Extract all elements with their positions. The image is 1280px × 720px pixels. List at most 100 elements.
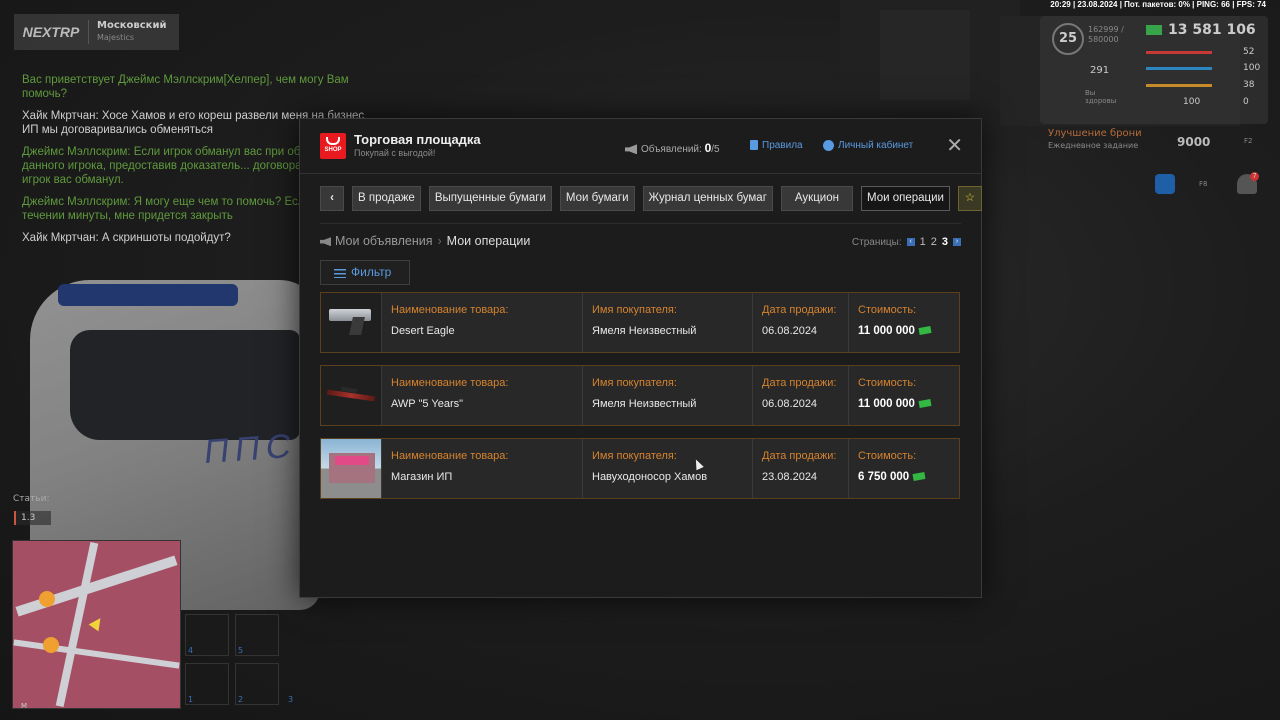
cash-icon xyxy=(918,326,932,336)
pagination: Страницы: ‹ 1 2 3 › xyxy=(852,236,961,248)
exp-counter: 162999 / 580000 xyxy=(1088,25,1124,44)
buyer-name: Ямеля Неизвестный xyxy=(592,325,697,337)
cash-icon xyxy=(918,399,932,409)
page-1[interactable]: 1 xyxy=(920,236,926,248)
item-name: Магазин ИП xyxy=(391,471,453,483)
sale-date: 06.08.2024 xyxy=(762,325,818,337)
tab-securities-journal[interactable]: Журнал ценных бумаг xyxy=(642,186,773,211)
back-button[interactable]: ‹ xyxy=(320,186,344,211)
cabinet-link[interactable]: Личный кабинет xyxy=(823,140,913,151)
item-label: Наименование товара: xyxy=(391,304,509,316)
buyer-label: Имя покупателя: xyxy=(592,377,677,389)
buyer-label: Имя покупателя: xyxy=(592,450,677,462)
price-value: 11 000 000 xyxy=(858,325,915,337)
tab-my-papers[interactable]: Мои бумаги xyxy=(559,186,635,211)
date-label: Дата продажи: xyxy=(762,304,837,316)
item-name: AWP "5 Years" xyxy=(391,398,464,410)
shop-icon: SHOP xyxy=(320,133,346,159)
star-icon[interactable]: ☆ xyxy=(957,186,982,211)
megaphone-icon xyxy=(625,144,637,155)
stat-value: 38 xyxy=(1243,80,1255,90)
health-bar xyxy=(1146,51,1212,54)
notification-count: 7 xyxy=(1250,172,1259,181)
task-hotkey: F2 xyxy=(1244,137,1253,145)
document-icon xyxy=(750,140,758,151)
date-label: Дата продажи: xyxy=(762,377,837,389)
operation-row[interactable]: Наименование товара: AWP "5 Years" Имя по… xyxy=(320,365,960,426)
breadcrumb-current: Мои операции xyxy=(446,234,531,248)
server-logo: NEXTRP Московский Majestics xyxy=(14,14,179,50)
calendar-icon[interactable] xyxy=(1155,174,1175,194)
item-name: Desert Eagle xyxy=(391,325,455,337)
stat-value: 100 xyxy=(1183,97,1201,107)
pagination-label: Страницы: xyxy=(851,236,902,248)
tab-for-sale[interactable]: В продаже xyxy=(352,186,421,211)
player-marker-icon xyxy=(88,614,106,632)
hunger-bar xyxy=(1146,84,1212,87)
buyer-name: Навуходоносор Хамов xyxy=(592,471,708,483)
slot-number: 3 xyxy=(288,695,294,704)
tab-auction[interactable]: Аукцион xyxy=(780,186,853,211)
sliders-icon xyxy=(334,267,346,278)
cash-icon xyxy=(1146,25,1162,35)
item-label: Наименование товара: xyxy=(391,377,509,389)
stat-value: 52 xyxy=(1243,47,1255,57)
tab-my-operations[interactable]: Мои операции xyxy=(860,186,950,211)
item-label: Наименование товара: xyxy=(391,450,509,462)
slot-number: 5 xyxy=(238,646,244,655)
breadcrumb-parent[interactable]: Мои объявления xyxy=(335,234,433,248)
item-image xyxy=(321,366,382,425)
rules-link[interactable]: Правила xyxy=(750,140,803,151)
menu-hotkey: F8 xyxy=(1199,180,1208,188)
price-label: Стоимость: xyxy=(858,450,917,462)
window-subtitle: Покупай с выгодой! xyxy=(354,148,436,158)
prev-page-button[interactable]: ‹ xyxy=(906,238,915,246)
minimap[interactable] xyxy=(12,540,181,709)
marketplace-window: SHOP Торговая площадка Покупай с выгодой… xyxy=(299,118,982,598)
page-2[interactable]: 2 xyxy=(931,236,937,248)
weapon-ammo: 291 xyxy=(1090,65,1110,76)
cash-icon xyxy=(912,472,926,482)
stat-value: 0 xyxy=(1243,97,1249,107)
buyer-label: Имя покупателя: xyxy=(592,304,677,316)
task-title: Улучшение брони xyxy=(1048,128,1142,139)
operation-row[interactable]: Наименование товара: Desert Eagle Имя пок… xyxy=(320,292,960,353)
price-value: 11 000 000 xyxy=(858,398,915,410)
level-badge: 25 xyxy=(1052,23,1084,55)
money-display: 13 581 106 xyxy=(1146,22,1256,38)
item-image xyxy=(321,293,382,352)
daily-task[interactable]: Улучшение брони Ежедневное задание xyxy=(1048,128,1142,152)
user-icon xyxy=(823,140,834,151)
date-label: Дата продажи: xyxy=(762,450,837,462)
window-header: SHOP Торговая площадка Покупай с выгодой… xyxy=(300,119,981,174)
slot-number: 1 xyxy=(188,695,194,704)
price-label: Стоимость: xyxy=(858,377,917,389)
tab-bar: ‹ В продаже Выпущенные бумаги Мои бумаги… xyxy=(320,186,982,211)
task-reward: 9000 xyxy=(1177,135,1211,149)
next-page-button[interactable]: › xyxy=(953,238,961,246)
sale-date: 23.08.2024 xyxy=(762,471,818,483)
brand-logo: NEXTRP xyxy=(22,24,80,40)
compass-north: M xyxy=(21,702,28,710)
window-title: Торговая площадка xyxy=(354,132,481,147)
filter-button[interactable]: Фильтр xyxy=(320,260,410,285)
health-status: Вы здоровы xyxy=(1085,89,1117,105)
ads-counter: Объявлений: 0/5 xyxy=(625,141,720,155)
page-3[interactable]: 3 xyxy=(942,236,948,248)
task-subtitle: Ежедневное задание xyxy=(1048,141,1139,150)
megaphone-icon xyxy=(320,237,331,247)
tab-issued-papers[interactable]: Выпущенные бумаги xyxy=(428,186,552,211)
item-image xyxy=(321,439,382,498)
buyer-name: Ямеля Неизвестный xyxy=(592,398,697,410)
breadcrumb: Мои объявления › Мои операции xyxy=(320,234,530,248)
slot-number: 2 xyxy=(238,695,244,704)
armor-bar xyxy=(1146,67,1212,70)
articles-label: Статьи: xyxy=(13,494,50,504)
status-bar: 20:29 | 23.08.2024 | Пот. пакетов: 0% | … xyxy=(1050,0,1266,9)
operation-row[interactable]: Наименование товара: Магазин ИП Имя покуп… xyxy=(320,438,960,499)
server-sub: Majestics xyxy=(97,33,135,42)
articles-value: 1.3 xyxy=(14,511,51,525)
slot-number: 4 xyxy=(188,646,194,655)
close-icon[interactable]: ✕ xyxy=(946,133,963,157)
price-label: Стоимость: xyxy=(858,304,917,316)
